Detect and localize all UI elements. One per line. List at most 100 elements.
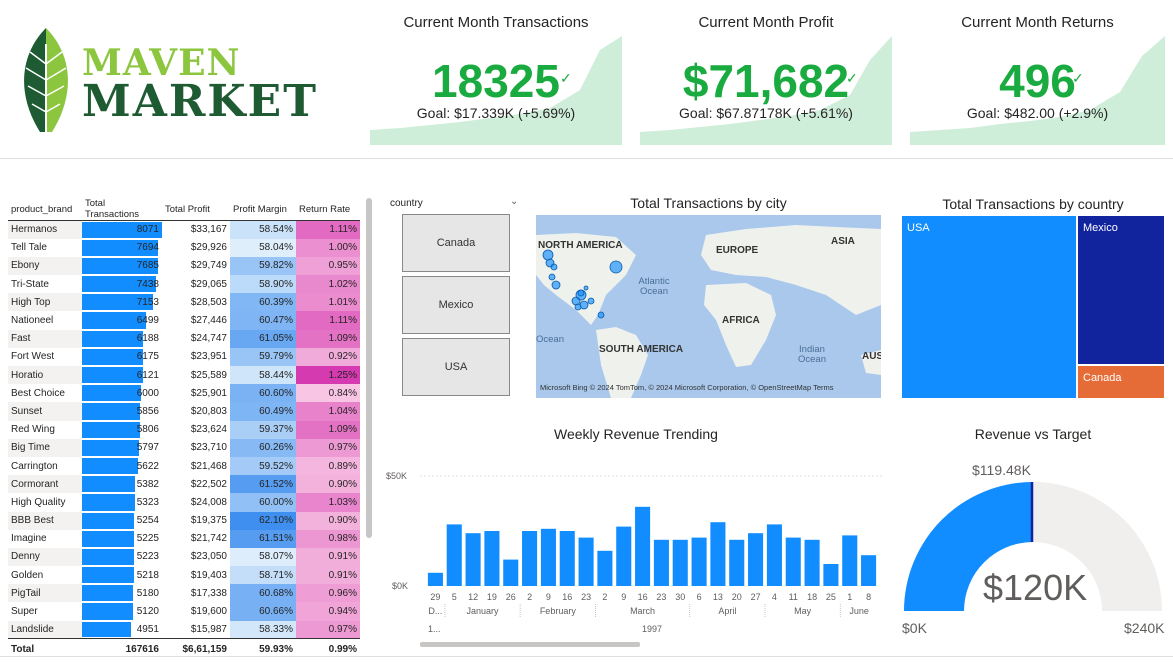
- weekly-bar[interactable]: [446, 524, 462, 586]
- cell-transactions: 5856: [82, 402, 162, 420]
- cell-transactions: 5225: [82, 530, 162, 548]
- table-row[interactable]: Fort West 6175 $23,951 59.79% 0.92%: [8, 347, 360, 366]
- weekly-bar[interactable]: [503, 559, 519, 586]
- x-tick-day: 18: [807, 592, 817, 602]
- transactions-value: 5806: [136, 424, 159, 436]
- chart-scrollbar[interactable]: [420, 642, 640, 647]
- table-row[interactable]: Sunset 5856 $20,803 60.49% 1.04%: [8, 402, 360, 421]
- cell-margin: 60.00%: [230, 493, 296, 512]
- cell-return-rate: 0.97%: [296, 620, 360, 639]
- table-row[interactable]: Super 5120 $19,600 60.66% 0.94%: [8, 602, 360, 621]
- x-tick-day: 11: [789, 592, 798, 602]
- slicer-option-usa[interactable]: USA: [402, 338, 510, 396]
- cell-transactions: 5120: [82, 602, 162, 620]
- weekly-bar[interactable]: [766, 524, 782, 586]
- transactions-value: 5223: [136, 551, 159, 563]
- treemap-usa[interactable]: USA: [902, 216, 1076, 398]
- treemap-canada[interactable]: Canada: [1078, 366, 1164, 398]
- weekly-bar[interactable]: [635, 506, 651, 586]
- table-row[interactable]: BBB Best 5254 $19,375 62.10% 0.90%: [8, 511, 360, 530]
- table-scrollbar[interactable]: [366, 198, 372, 538]
- table-row[interactable]: PigTail 5180 $17,338 60.68% 0.96%: [8, 584, 360, 603]
- weekly-bar[interactable]: [484, 531, 500, 586]
- table-row[interactable]: Ebony 7685 $29,749 59.82% 0.95%: [8, 256, 360, 276]
- table-row[interactable]: Imagine 5225 $21,742 61.51% 0.98%: [8, 529, 360, 548]
- city-map[interactable]: NORTH AMERICA EUROPE ASIA AFRICA SOUTH A…: [536, 215, 881, 398]
- col-header-transactions[interactable]: Total Transactions: [82, 198, 162, 221]
- cell-brand: High Top: [8, 293, 82, 312]
- weekly-bar[interactable]: [748, 533, 764, 586]
- cell-brand: Horatio: [8, 366, 82, 385]
- col-header-brand[interactable]: product_brand: [8, 198, 82, 221]
- table-row[interactable]: Big Time 5797 $23,710 60.26% 0.97%: [8, 438, 360, 457]
- map-title: Total Transactions by city: [630, 195, 787, 211]
- table-row[interactable]: Fast 6188 $24,747 61.05% 1.09%: [8, 329, 360, 348]
- weekly-bar[interactable]: [427, 572, 443, 586]
- table-row[interactable]: Red Wing 5806 $23,624 59.37% 1.09%: [8, 420, 360, 439]
- cell-profit: $20,803: [190, 405, 227, 417]
- weekly-bar[interactable]: [804, 539, 820, 586]
- table-row[interactable]: Nationeel 6499 $27,446 60.47% 1.11%: [8, 311, 360, 330]
- cell-margin: 58.07%: [230, 547, 296, 567]
- table-row[interactable]: High Top 7153 $28,503 60.39% 1.01%: [8, 293, 360, 312]
- x-tick-day: 8: [866, 592, 871, 602]
- cell-brand: Big Time: [8, 438, 82, 457]
- weekly-bar[interactable]: [578, 537, 594, 586]
- table-row[interactable]: Cormorant 5382 $22,502 61.52% 0.90%: [8, 475, 360, 494]
- weekly-bar[interactable]: [465, 533, 481, 586]
- col-header-profit[interactable]: Total Profit: [162, 198, 230, 221]
- table-row[interactable]: Landslide 4951 $15,987 58.33% 0.97%: [8, 620, 360, 639]
- cell-margin: 61.52%: [230, 475, 296, 494]
- weekly-bar[interactable]: [540, 528, 556, 586]
- weekly-bar[interactable]: [616, 526, 632, 586]
- city-bubbles: [542, 249, 623, 319]
- cell-profit: $23,710: [190, 442, 227, 454]
- transactions-value: 8071: [136, 224, 159, 236]
- cell-margin: 58.44%: [230, 366, 296, 385]
- table-row[interactable]: Golden 5218 $19,403 58.71% 0.91%: [8, 566, 360, 585]
- treemap-mexico[interactable]: Mexico: [1078, 216, 1164, 364]
- table-row[interactable]: Denny 5223 $23,050 58.07% 0.91%: [8, 547, 360, 567]
- transactions-value: 5856: [136, 405, 159, 417]
- weekly-bar[interactable]: [785, 537, 801, 586]
- table-row[interactable]: Tri-State 7438 $29,065 58.90% 1.02%: [8, 275, 360, 294]
- slicer-option-canada[interactable]: Canada: [402, 214, 510, 272]
- weekly-bar[interactable]: [710, 522, 726, 586]
- gauge-value: $120K: [983, 567, 1088, 608]
- table-row[interactable]: Hermanos 8071 $33,167 58.54% 1.11%: [8, 220, 360, 239]
- x-tick-month: March: [630, 606, 655, 616]
- weekly-bar[interactable]: [522, 531, 538, 586]
- table-row[interactable]: Best Choice 6000 $25,901 60.60% 0.84%: [8, 384, 360, 403]
- slicer-option-mexico[interactable]: Mexico: [402, 276, 510, 334]
- table-row[interactable]: Carrington 5622 $21,468 59.52% 0.89%: [8, 456, 360, 476]
- cell-brand: Golden: [11, 569, 44, 581]
- chevron-down-icon[interactable]: ⌄: [510, 196, 518, 207]
- weekly-bar[interactable]: [559, 531, 575, 586]
- weekly-bar[interactable]: [672, 539, 688, 586]
- weekly-bar[interactable]: [729, 539, 745, 586]
- cell-return-rate: 0.95%: [296, 256, 360, 276]
- table-row[interactable]: Tell Tale 7694 $29,926 58.04% 1.00%: [8, 238, 360, 257]
- table-row[interactable]: High Quality 5323 $24,008 60.00% 1.03%: [8, 493, 360, 512]
- transactions-value: 6000: [136, 387, 159, 399]
- table-row[interactable]: Horatio 6121 $25,589 58.44% 1.25%: [8, 366, 360, 385]
- weekly-column-chart: 29 5 12 19 26 2 9 16 23 2 9 16 23 30 6 13 20 27 4 11 18 25 1 8D…: [420, 475, 882, 647]
- x-tick-day: 25: [826, 592, 836, 602]
- transactions-value: 7694: [136, 242, 159, 254]
- cell-margin: 60.26%: [230, 438, 296, 457]
- cell-transactions: 5797: [82, 439, 162, 457]
- cell-profit: $19,403: [190, 569, 227, 581]
- weekly-bar[interactable]: [691, 537, 707, 586]
- cell-return-rate: 1.00%: [296, 238, 360, 257]
- weekly-bar[interactable]: [823, 564, 839, 586]
- col-header-return-rate[interactable]: Return Rate: [296, 198, 360, 221]
- weekly-bar[interactable]: [861, 555, 877, 586]
- divider: [0, 158, 1173, 159]
- weekly-bar[interactable]: [653, 539, 669, 586]
- weekly-bar[interactable]: [842, 535, 858, 586]
- col-header-margin[interactable]: Profit Margin: [230, 198, 296, 221]
- map-attribution: Microsoft Bing © 2024 TomTom, © 2024 Mic…: [540, 383, 834, 392]
- cell-brand: High Quality: [11, 496, 66, 508]
- x-tick-month: January: [466, 606, 499, 616]
- weekly-bar[interactable]: [597, 550, 613, 586]
